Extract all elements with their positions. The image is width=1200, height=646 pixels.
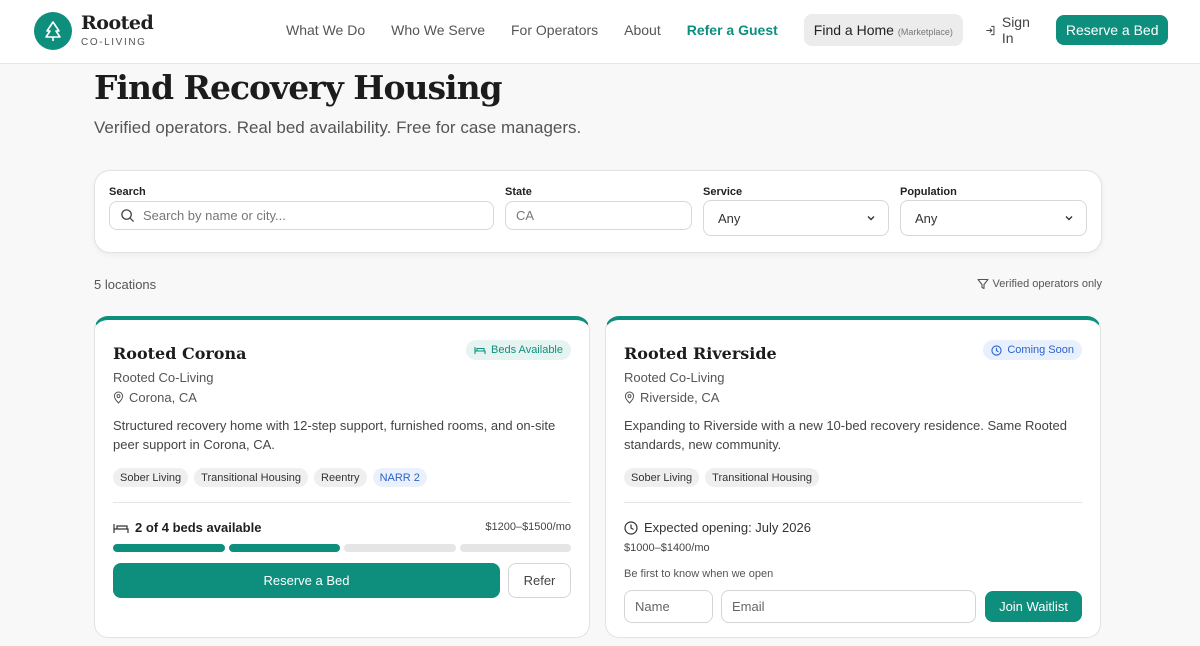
nav-find-home[interactable]: Find a Home (Marketplace) — [803, 14, 963, 46]
population-value: Any — [915, 210, 938, 226]
status-badge: Coming Soon — [983, 340, 1082, 360]
nav-find-home-label: Find a Home — [813, 22, 894, 38]
waitlist-name-input[interactable]: Name — [624, 590, 713, 623]
verified-filter-label: Verified operators only — [992, 278, 1102, 290]
filter-panel: Search Search by name or city... State C… — [94, 170, 1102, 253]
search-label: Search — [109, 186, 146, 198]
state-input[interactable]: CA — [505, 201, 692, 230]
search-group: Search Search by name or city... — [109, 186, 494, 230]
refer-button[interactable]: Refer — [508, 563, 571, 598]
bed-occupancy-bar — [113, 544, 571, 552]
nav-about[interactable]: About — [624, 22, 661, 38]
tag-sober-living: Sober Living — [624, 468, 700, 487]
divider — [113, 502, 571, 503]
listing-title[interactable]: Rooted Riverside — [624, 344, 777, 363]
listing-card-riverside: Rooted Riverside Coming Soon Rooted Co-L… — [605, 316, 1101, 638]
status-badge: Beds Available — [466, 340, 571, 360]
brand-logo[interactable]: Rooted CO-LIVING — [34, 12, 154, 50]
tag-transitional-housing: Transitional Housing — [194, 468, 309, 487]
listing-card-corona: Rooted Corona Beds Available Rooted Co-L… — [94, 316, 590, 638]
listing-operator: Rooted Co-Living — [113, 370, 214, 385]
verified-filter-toggle[interactable]: Verified operators only — [976, 278, 1102, 290]
listing-description: Expanding to Riverside with a new 10-bed… — [624, 418, 1067, 452]
clock-icon — [991, 344, 1002, 356]
population-select[interactable]: Any — [900, 200, 1087, 236]
price-range: $1000–$1400/mo — [624, 542, 710, 554]
state-label: State — [505, 186, 532, 198]
sign-in-link[interactable]: Sign In — [985, 14, 1034, 46]
tree-icon — [34, 12, 72, 50]
bed-segment-filled — [228, 544, 340, 552]
page-subtitle: Verified operators. Real bed availabilit… — [94, 118, 582, 137]
expected-opening: Expected opening: July 2026 — [624, 520, 811, 535]
tag-narr: NARR 2 — [372, 468, 427, 487]
waitlist-prompt: Be first to know when we open — [624, 568, 774, 580]
search-input[interactable]: Search by name or city... — [109, 201, 494, 230]
price-range: $1200–$1500/mo — [485, 521, 571, 533]
search-icon — [121, 209, 135, 223]
chevron-down-icon — [1065, 216, 1073, 221]
bed-segment-filled — [113, 544, 225, 552]
email-placeholder: Email — [732, 599, 765, 614]
state-group: State CA — [505, 186, 692, 230]
listing-title[interactable]: Rooted Corona — [113, 344, 246, 363]
status-badge-label: Beds Available — [491, 344, 563, 356]
brand-name: Rooted — [81, 12, 154, 34]
reserve-bed-nav-button[interactable]: Reserve a Bed — [1055, 15, 1169, 45]
service-group: Service Any — [703, 186, 889, 236]
divider — [624, 502, 1082, 503]
listing-operator: Rooted Co-Living — [624, 370, 725, 385]
join-waitlist-button[interactable]: Join Waitlist — [985, 591, 1082, 622]
tag-transitional-housing: Transitional Housing — [705, 468, 820, 487]
results-count: 5 locations — [94, 277, 157, 292]
bed-segment-empty — [459, 544, 571, 552]
filter-icon — [976, 278, 989, 290]
bed-availability: 2 of 4 beds available — [113, 520, 261, 535]
expected-opening-label: Expected opening: July 2026 — [644, 520, 811, 535]
chevron-down-icon — [867, 216, 875, 221]
bed-segment-empty — [344, 544, 456, 552]
status-badge-label: Coming Soon — [1007, 344, 1074, 356]
waitlist-email-input[interactable]: Email — [721, 590, 976, 623]
nav-for-operators[interactable]: For Operators — [511, 22, 598, 38]
nav-who-we-serve[interactable]: Who We Serve — [391, 22, 485, 38]
search-placeholder: Search by name or city... — [143, 208, 286, 223]
listing-description: Structured recovery home with 12-step su… — [113, 418, 556, 452]
map-pin-icon — [113, 391, 124, 404]
bed-availability-label: 2 of 4 beds available — [135, 520, 262, 535]
nav-what-we-do[interactable]: What We Do — [286, 22, 365, 38]
bed-icon — [474, 347, 486, 354]
state-value: CA — [516, 208, 535, 223]
reserve-bed-button[interactable]: Reserve a Bed — [113, 563, 500, 598]
nav-find-home-note: (Marketplace) — [897, 27, 953, 37]
tag-list: Sober Living Transitional Housing Reentr… — [113, 468, 433, 487]
tag-sober-living: Sober Living — [113, 468, 189, 487]
sign-in-label: Sign In — [1001, 14, 1030, 46]
listing-location-label: Riverside, CA — [640, 390, 720, 405]
clock-icon — [624, 520, 638, 535]
population-group: Population Any — [900, 186, 1087, 236]
sign-in-icon — [986, 25, 995, 35]
nav-refer-guest[interactable]: Refer a Guest — [687, 22, 778, 38]
name-placeholder: Name — [635, 599, 670, 614]
brand-sub: CO-LIVING — [81, 37, 147, 48]
listing-location: Riverside, CA — [624, 390, 719, 405]
bed-icon — [113, 523, 129, 533]
service-select[interactable]: Any — [703, 200, 889, 236]
service-value: Any — [718, 210, 741, 226]
main-nav: What We Do Who We Serve For Operators Ab… — [286, 14, 1169, 46]
service-label: Service — [703, 186, 743, 198]
listing-location-label: Corona, CA — [129, 390, 197, 405]
population-label: Population — [900, 186, 957, 198]
top-nav-bar: Rooted CO-LIVING What We Do Who We Serve… — [0, 0, 1200, 64]
map-pin-icon — [624, 391, 635, 404]
tag-list: Sober Living Transitional Housing — [624, 468, 825, 487]
tag-reentry: Reentry — [314, 468, 367, 487]
listing-location: Corona, CA — [113, 390, 197, 405]
page-title: Find Recovery Housing — [94, 68, 503, 107]
